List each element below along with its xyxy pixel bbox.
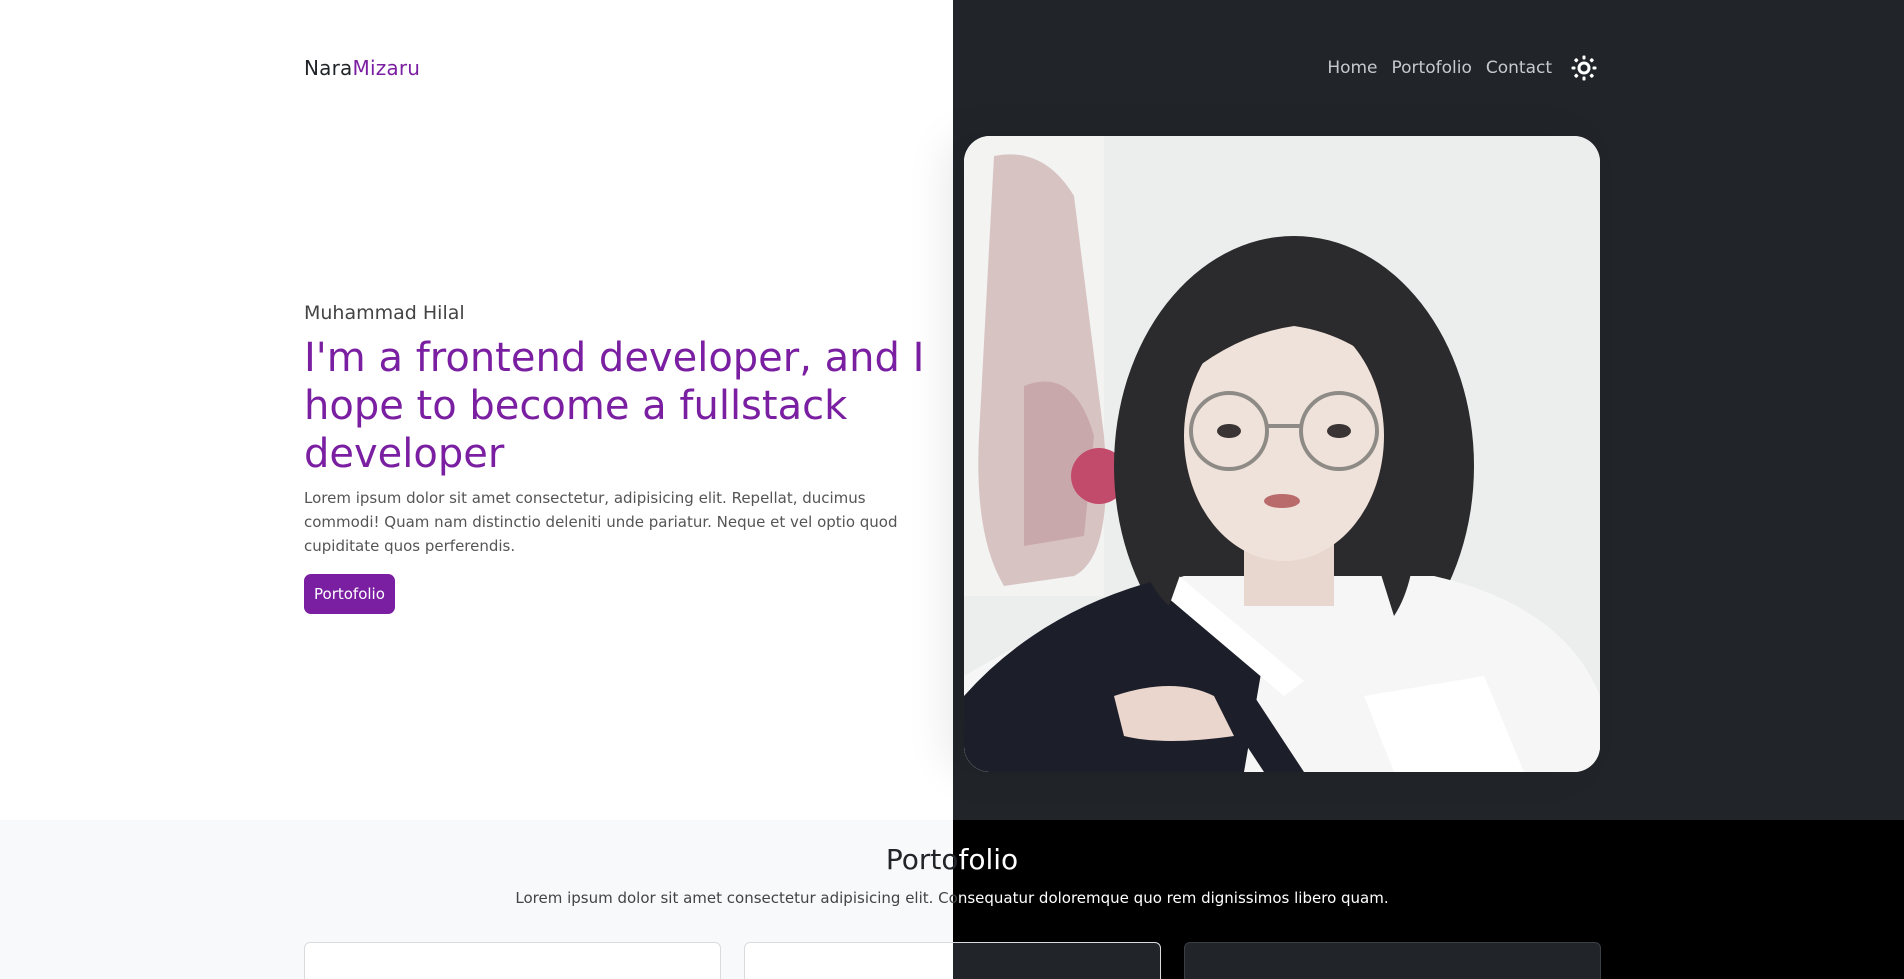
nav-link-portofolio[interactable]: Portofolio [1392,58,1472,78]
portfolio-title-light-part: folio [958,843,1019,876]
portfolio-title: Portofolio [0,843,1904,876]
brand-name-part2: Mizaru [352,56,421,80]
portfolio-button[interactable]: Portofolio [304,574,395,614]
nav-link-contact[interactable]: Contact [1486,58,1552,78]
hero-name: Muhammad Hilal [304,302,465,324]
card-dark-overlay [953,943,1160,979]
hero-headline: I'm a frontend developer, and I hope to … [304,335,925,477]
theme-toggle-button[interactable] [1570,54,1598,82]
portfolio-card-3[interactable] [1184,942,1601,979]
sun-icon [1571,55,1597,81]
portfolio-card-2[interactable] [744,942,1161,979]
portfolio-subtitle-light-part: nsequatur doloremque quo rem dignissimos… [957,889,1389,907]
profile-photo [964,136,1600,772]
portfolio-card-1[interactable] [304,942,721,979]
nav-link-home[interactable]: Home [1327,58,1377,78]
portfolio-subtitle-dark-part: Lorem ipsum dolor sit amet consectetur a… [515,889,958,907]
brand-name-part1: Nara [304,56,353,80]
hero-description: Lorem ipsum dolor sit amet consectetur, … [304,489,898,555]
portfolio-title-dark-part: Porto [885,843,959,876]
main-nav: Home Portofolio Contact [1327,54,1598,82]
brand-logo[interactable]: NaraMizaru [304,56,420,80]
portfolio-subtitle: Lorem ipsum dolor sit amet consectetur a… [0,889,1904,907]
